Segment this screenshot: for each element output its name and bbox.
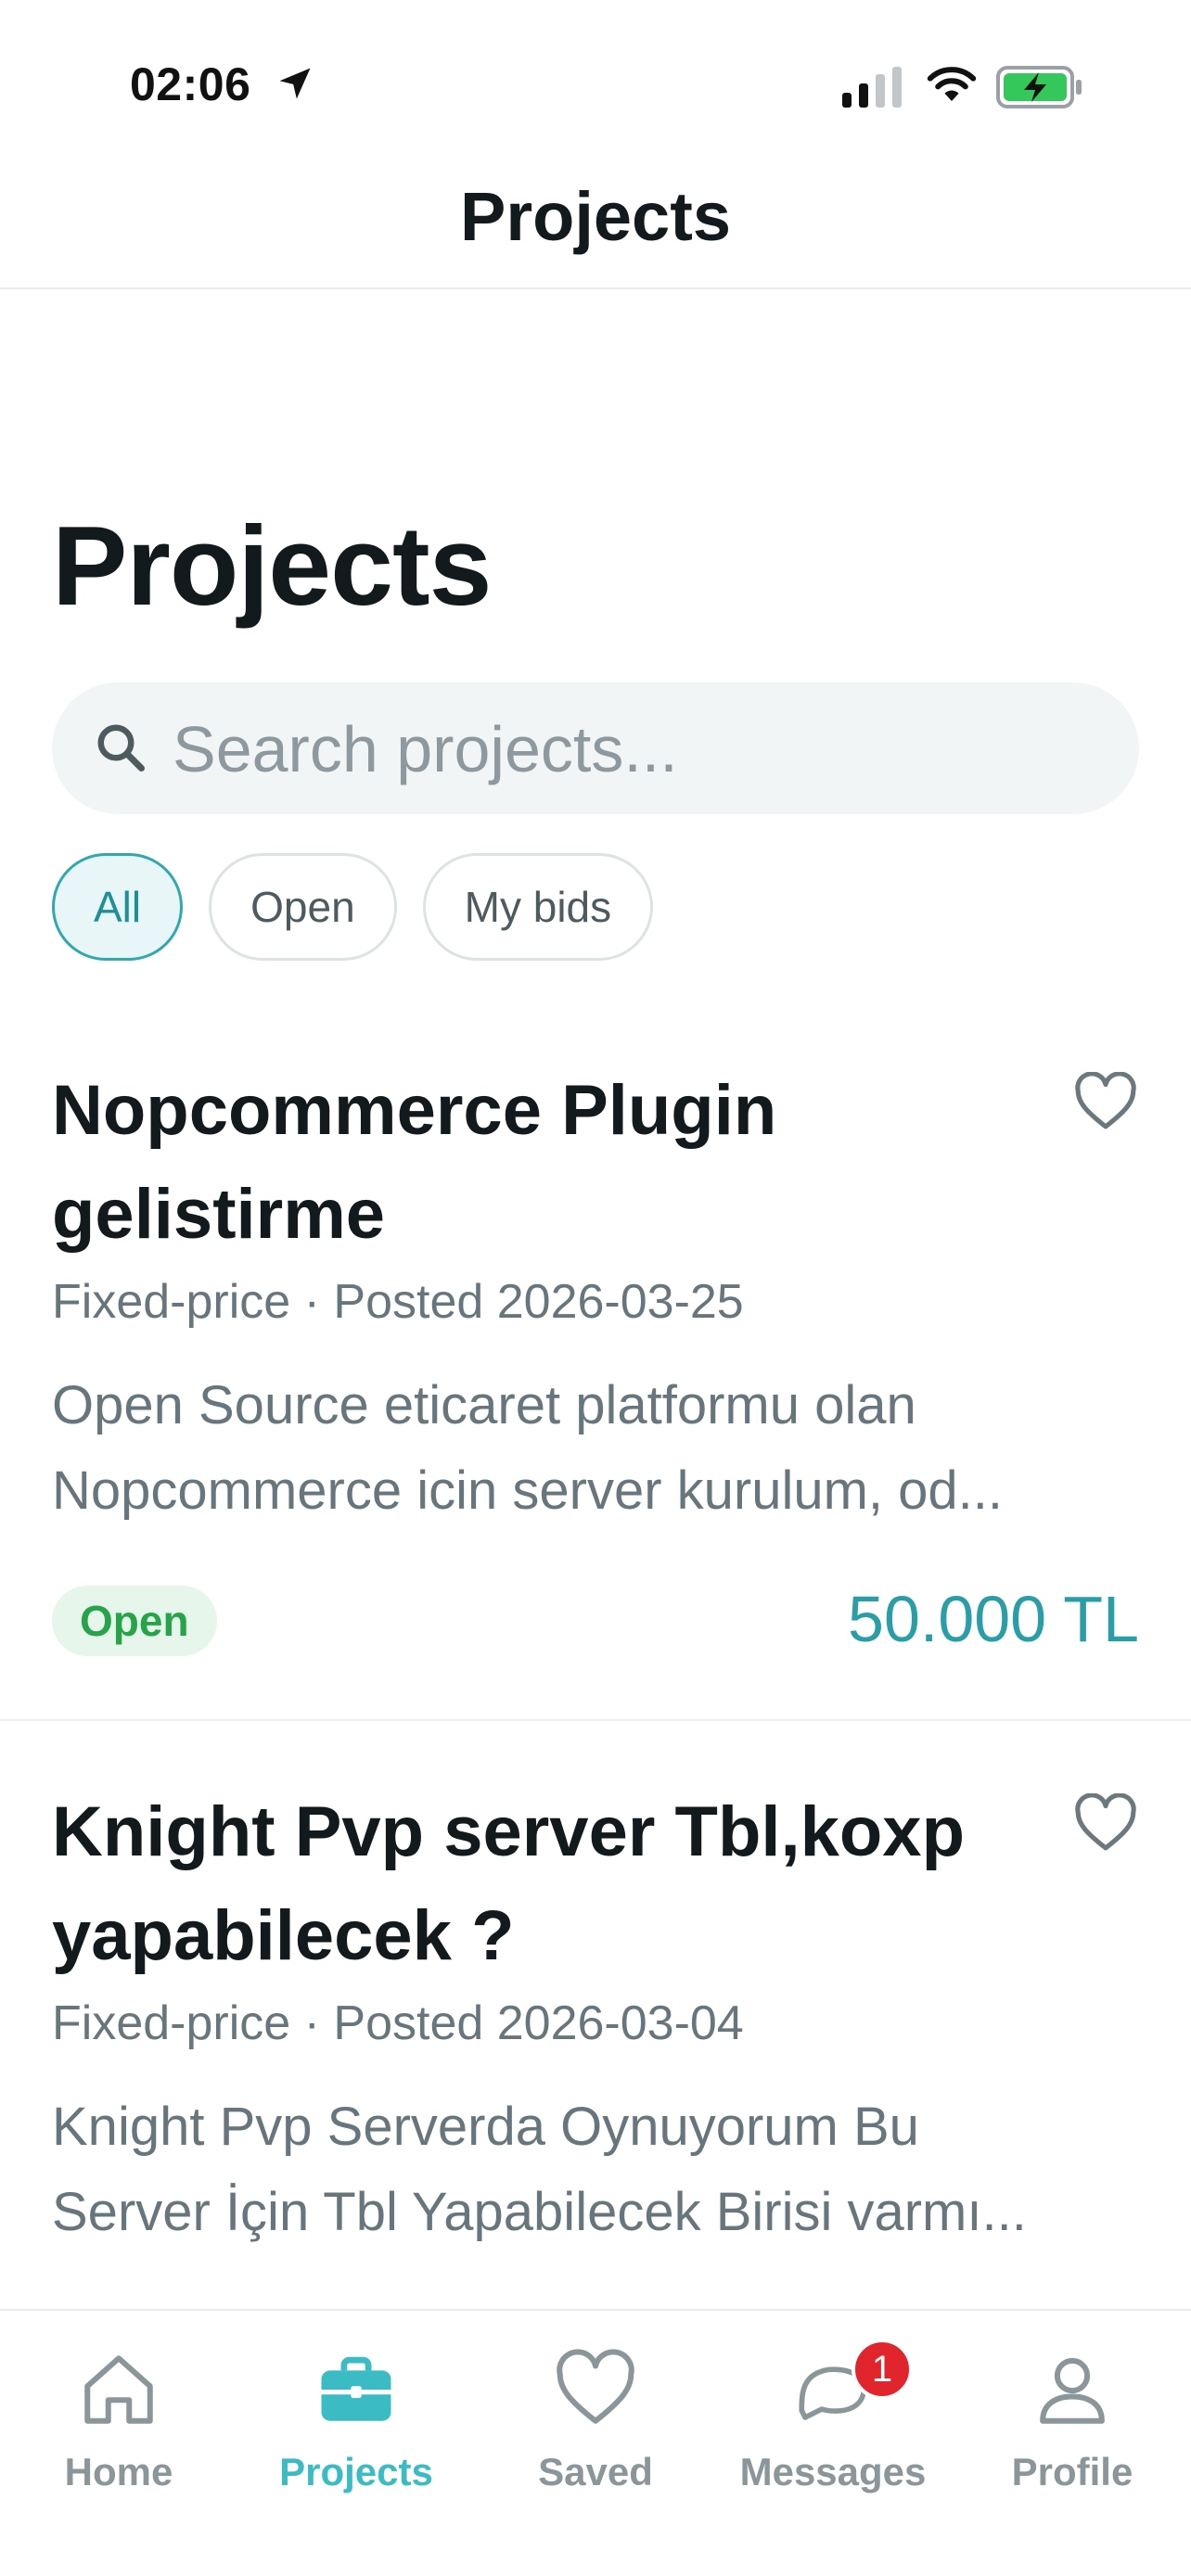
filter-chip-open[interactable]: Open	[209, 853, 397, 961]
location-arrow-icon	[279, 68, 311, 99]
nav-title: Projects	[459, 177, 732, 255]
wifi-icon	[927, 67, 977, 101]
battery-charging-icon	[996, 66, 1082, 108]
filter-chips: All Open My bids	[52, 853, 654, 961]
project-description: Knight Pvp Serverda Oynuyorum Bu Server …	[52, 2097, 1027, 2242]
project-description: Open Source eticaret platformu olan Nopc…	[52, 1375, 1003, 1521]
filter-chip-all[interactable]: All	[52, 853, 184, 961]
project-meta: Fixed-price · Posted 2026-03-25	[52, 1275, 744, 1329]
project-meta: Fixed-price · Posted 2026-03-04	[52, 1996, 744, 2050]
project-card[interactable]: Nopcommerce Plugin gelistirme Fixed-pric…	[0, 1053, 1191, 1721]
notification-badge: 1	[852, 2339, 913, 2400]
tab-home[interactable]: Home	[0, 2311, 237, 2496]
home-icon	[84, 2355, 153, 2424]
search-bar[interactable]	[52, 682, 1139, 816]
tab-messages[interactable]: 1 Messages	[714, 2311, 952, 2496]
tab-label: Messages	[739, 2450, 927, 2493]
tab-label: Profile	[1011, 2450, 1133, 2493]
search-input[interactable]	[171, 682, 1102, 816]
tab-projects[interactable]: Projects	[237, 2311, 475, 2496]
page-title: Projects	[52, 503, 492, 629]
filter-chip-my-bids[interactable]: My bids	[422, 853, 654, 961]
project-title: Nopcommerce Plugin gelistirme	[52, 1071, 777, 1254]
heart-icon	[557, 2349, 634, 2424]
search-icon	[97, 724, 145, 772]
tab-bar: Home Projects Saved 1 Messages Profile	[0, 2309, 1191, 2576]
project-title: Knight Pvp server Tbl,koxp yapabilecek ?	[52, 1792, 965, 1975]
cellular-signal-icon	[842, 67, 902, 108]
card-divider	[0, 1719, 1191, 1721]
tab-label: Home	[64, 2450, 173, 2493]
save-heart-icon[interactable]	[1074, 1793, 1137, 1853]
status-time: 02:06	[130, 58, 251, 110]
navigation-bar: Projects	[0, 167, 1191, 289]
briefcase-icon	[321, 2356, 391, 2421]
tab-label: Saved	[538, 2450, 653, 2493]
status-badge: Open	[52, 1586, 217, 1656]
tab-label: Projects	[279, 2450, 433, 2493]
project-price: 50.000 TL	[848, 1583, 1139, 1655]
status-bar: 02:06	[0, 0, 1191, 167]
project-card[interactable]: Knight Pvp server Tbl,koxp yapabilecek ?…	[0, 1775, 1191, 2313]
tab-profile[interactable]: Profile	[954, 2311, 1191, 2496]
person-icon	[1040, 2357, 1105, 2424]
save-heart-icon[interactable]	[1074, 1072, 1137, 1131]
tab-saved[interactable]: Saved	[477, 2311, 714, 2496]
